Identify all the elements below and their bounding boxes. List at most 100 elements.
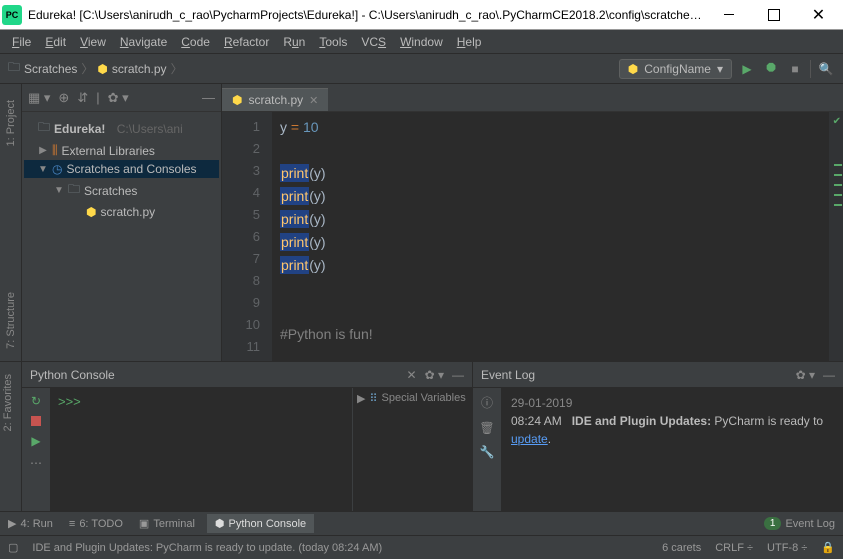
search-icon[interactable]: 🔍 (817, 60, 835, 78)
locate-icon[interactable]: ⊕ (58, 90, 69, 106)
menu-help[interactable]: Help (451, 33, 488, 51)
stop-icon[interactable] (31, 416, 41, 426)
statusbar: ▢ IDE and Plugin Updates: PyCharm is rea… (0, 535, 843, 559)
run-button[interactable]: ▶ (738, 60, 756, 78)
tree-row-scratches[interactable]: ▼ 🗀 Scratches (24, 178, 219, 203)
menu-view[interactable]: View (74, 33, 112, 51)
stop-button[interactable]: ■ (786, 60, 804, 78)
debug-button[interactable]: ⯃ (762, 60, 780, 78)
bottom-tool-tabs: ▶ 4: Run ≡ 6: TODO ▣ Terminal ⬢ Python C… (0, 511, 843, 535)
trash-icon[interactable]: 🗑 (479, 421, 494, 435)
marker[interactable] (834, 194, 842, 196)
terminal-tab[interactable]: ▣ Terminal (139, 517, 195, 530)
project-tree[interactable]: 🗀 Edureka! C:\Users\ani ▶ ⫼ External Lib… (22, 112, 221, 361)
gear-icon[interactable]: ✿ ▾ (796, 368, 815, 382)
project-toolwindow-tab[interactable]: 1: Project (3, 88, 19, 158)
run-tab[interactable]: ▶ 4: Run (8, 517, 53, 530)
event-log-tab[interactable]: 1 Event Log (764, 517, 835, 530)
menubar: File Edit View Navigate Code Refactor Ru… (0, 30, 843, 54)
menu-file[interactable]: File (6, 33, 37, 51)
menu-refactor[interactable]: Refactor (218, 33, 275, 51)
line-sep[interactable]: CRLF ÷ (715, 542, 753, 554)
editor-area: ⬢ scratch.py ✕ 123456789101112 y = 10 pr… (222, 84, 843, 361)
tree-row-scratches-consoles[interactable]: ▼ ◷ Scratches and Consoles (24, 160, 219, 178)
console-input[interactable]: >>> (50, 388, 352, 511)
line-gutter: 123456789101112 (222, 112, 272, 361)
run-config-dropdown[interactable]: ⬢ ConfigName ▾ (619, 59, 732, 79)
vars-icon: ⠿ (369, 392, 377, 405)
window-title: Edureka! [C:\Users\anirudh_c_rao\Pycharm… (28, 8, 706, 22)
encoding[interactable]: UTF-8 ÷ (767, 542, 807, 554)
toolwindow-toggle-icon[interactable]: ▢ (8, 541, 18, 554)
minimize-button[interactable] (706, 1, 751, 29)
left-tool-stripe: 1: Project 7: Structure (0, 84, 22, 361)
event-log-panel: Event Log ✿ ▾ — ⓘ 🗑 🔧 29-01-2019 08:24 A… (473, 362, 843, 511)
close-button[interactable]: ✕ (796, 1, 841, 29)
menu-navigate[interactable]: Navigate (114, 33, 173, 51)
navbar: 🗀 Scratches 〉 ⬢ scratch.py 〉 ⬢ ConfigNam… (0, 54, 843, 84)
caret-info[interactable]: 6 carets (662, 542, 701, 554)
analysis-ok-icon: ✔ (833, 116, 841, 127)
python-file-icon: ⬢ (97, 62, 107, 76)
todo-tab[interactable]: ≡ 6: TODO (69, 518, 123, 530)
gear-icon[interactable]: ✿ ▾ (425, 368, 444, 382)
breadcrumb-item[interactable]: scratch.py (112, 62, 167, 76)
error-stripe[interactable]: ✔ (829, 112, 843, 361)
menu-vcs[interactable]: VCS (355, 33, 392, 51)
collapse-icon[interactable]: ▼ (38, 164, 48, 175)
marker[interactable] (834, 174, 842, 176)
divider: | (96, 90, 99, 105)
editor-body[interactable]: 123456789101112 y = 10 print(y) print(y)… (222, 112, 843, 361)
close-panel-icon[interactable]: ✕ (407, 368, 417, 382)
execute-icon[interactable]: ▶ (31, 434, 40, 448)
breadcrumb-item[interactable]: Scratches (24, 62, 77, 76)
update-link[interactable]: update (511, 432, 548, 446)
maximize-button[interactable] (751, 1, 796, 29)
tree-row-file[interactable]: ⬢ scratch.py (24, 203, 219, 221)
folder-icon: 🗀 (38, 118, 50, 139)
python-console-tab[interactable]: ⬢ Python Console (207, 514, 314, 533)
view-mode-icon[interactable]: ▦ ▾ (28, 90, 50, 106)
editor-tab[interactable]: ⬢ scratch.py ✕ (222, 88, 328, 111)
event-content: 29-01-2019 08:24 AM IDE and Plugin Updat… (501, 388, 843, 511)
rerun-icon[interactable]: ↻ (31, 394, 41, 408)
python-file-icon: ⬢ (86, 205, 96, 219)
marker[interactable] (834, 184, 842, 186)
menu-edit[interactable]: Edit (39, 33, 72, 51)
hide-icon[interactable]: — (202, 90, 215, 105)
marker[interactable] (834, 204, 842, 206)
marker[interactable] (834, 164, 842, 166)
menu-tools[interactable]: Tools (313, 33, 353, 51)
tree-row-project[interactable]: 🗀 Edureka! C:\Users\ani (24, 116, 219, 141)
info-icon[interactable]: ⓘ (481, 394, 493, 411)
breadcrumb: 🗀 Scratches 〉 ⬢ scratch.py 〉 (8, 58, 619, 79)
event-date: 29-01-2019 (511, 394, 833, 412)
collapse-icon[interactable]: ▼ (54, 185, 64, 196)
menu-window[interactable]: Window (394, 33, 449, 51)
python-icon: ⬢ (628, 62, 638, 76)
config-name: ConfigName (644, 62, 711, 76)
variables-pane[interactable]: ▶ ⠿ Special Variables (352, 388, 472, 511)
menu-code[interactable]: Code (175, 33, 216, 51)
event-entry: 08:24 AM IDE and Plugin Updates: PyCharm… (511, 412, 833, 448)
hide-icon[interactable]: — (823, 368, 835, 382)
tree-row-libs[interactable]: ▶ ⫼ External Libraries (24, 141, 219, 160)
wrench-icon[interactable]: 🔧 (480, 445, 495, 459)
more-icon[interactable]: ⋯ (30, 456, 42, 470)
structure-toolwindow-tab[interactable]: 7: Structure (3, 280, 19, 361)
tab-label: scratch.py (248, 93, 303, 107)
close-tab-icon[interactable]: ✕ (309, 94, 318, 107)
panel-title: Event Log (481, 368, 788, 382)
menu-run[interactable]: Run (277, 33, 311, 51)
expand-icon[interactable]: ▶ (357, 392, 365, 405)
collapse-icon[interactable]: ⇵ (77, 90, 88, 106)
left-tool-stripe-bottom: 2: Favorites (0, 362, 22, 511)
readonly-icon[interactable]: 🔒 (821, 541, 835, 554)
project-panel: ▦ ▾ ⊕ ⇵ | ✿ ▾ — 🗀 Edureka! C:\Users\ani … (22, 84, 222, 361)
hide-icon[interactable]: — (452, 368, 464, 382)
gear-icon[interactable]: ✿ ▾ (108, 90, 129, 106)
favorites-toolwindow-tab[interactable]: 2: Favorites (0, 362, 16, 443)
console-toolbar: ↻ ▶ ⋯ (22, 388, 50, 511)
code-area[interactable]: y = 10 print(y) print(y) print(y) print(… (272, 112, 829, 361)
expand-icon[interactable]: ▶ (38, 145, 48, 156)
